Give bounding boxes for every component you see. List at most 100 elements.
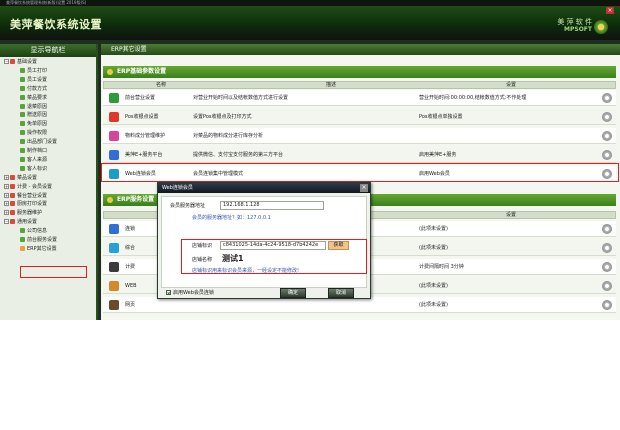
sidebar-item[interactable]: 前台服务设置 — [20, 237, 57, 244]
row-icon — [109, 243, 119, 253]
sidebar-item-label: 付款方式 — [27, 85, 48, 92]
sidebar-item[interactable]: + 厨房打印设置 — [4, 201, 47, 208]
ok-button[interactable]: 确定 — [280, 288, 306, 298]
sidebar-item[interactable]: − 通用设置 — [4, 219, 37, 226]
gear-icon[interactable] — [602, 112, 612, 122]
sidebar-item[interactable]: + 餐台营业设置 — [4, 192, 47, 200]
tree-expand-icon[interactable]: − — [4, 59, 9, 64]
sidebar-item[interactable]: 员工设置 — [20, 76, 48, 84]
server-address-label: 会员服务器地址 — [170, 203, 206, 209]
sidebar-item[interactable]: ERP其它设置 — [20, 245, 57, 253]
highlight-erp-other-settings — [20, 266, 87, 278]
sidebar-item[interactable]: 出品部门设置 — [20, 139, 57, 146]
logo-badge-icon — [594, 20, 608, 34]
section-title: ERP服务设置 — [117, 196, 155, 203]
navigation-sidebar: 显示导航栏 − 基础设置员工打印员工设置付款方式菜品要求 退菜原因赠送原因免单原因操… — [0, 44, 98, 320]
dialog-close-button[interactable]: × — [360, 184, 368, 192]
sidebar-item-label: 计费 - 会员设置 — [17, 183, 52, 190]
highlight-web-member-row — [101, 163, 619, 182]
tree-node-icon — [10, 59, 15, 64]
sidebar-item[interactable]: − 基础设置 — [4, 59, 37, 66]
tree-expand-icon[interactable]: + — [4, 192, 9, 198]
sidebar-item-label: 员工设置 — [27, 76, 48, 83]
sidebar-item[interactable]: 客人来源 — [20, 156, 47, 164]
gear-icon[interactable] — [602, 224, 612, 234]
sidebar-item-label: 出品部门设置 — [27, 139, 58, 146]
app-window: 美萍餐饮系统管理系统(新版)设置 2019版(S) 美萍餐饮系统设置 美 萍 软… — [0, 0, 620, 320]
title-bar: 美萍餐饮系统设置 美 萍 软 件 MPSOFT × — [0, 6, 620, 40]
column-header-description: 描述 — [326, 82, 337, 88]
table-row[interactable]: 前台营业设置 对营业开始时间以及结帐数值方式进行设置 营业开始时间:00:00:00… — [103, 90, 616, 106]
table-row[interactable]: Pos收银点设置 设置Pos收银点及打印方式 Pos收银点单独设置 — [103, 109, 616, 125]
sidebar-item-label: 退菜原因 — [27, 103, 48, 110]
row-name: 前台营业设置 — [125, 95, 156, 101]
row-name: WEB — [125, 283, 137, 289]
tree-expand-icon[interactable]: + — [4, 201, 9, 207]
sidebar-item[interactable]: 付款方式 — [20, 85, 48, 93]
row-name: 物料成分管理维护 — [125, 133, 166, 139]
sidebar-item-label: 厨房打印设置 — [17, 201, 48, 208]
row-icon — [109, 300, 119, 310]
section-bullet-icon — [107, 197, 113, 203]
row-icon — [109, 131, 119, 141]
tree-node-icon — [10, 174, 15, 180]
tree-expand-icon[interactable]: + — [4, 174, 9, 180]
brand-logo: 美 萍 软 件 MPSOFT — [557, 18, 592, 34]
sidebar-item[interactable]: 操作权限 — [20, 130, 47, 137]
sidebar-item[interactable]: 客人标识 — [20, 165, 47, 173]
window-close-button[interactable]: × — [606, 7, 614, 14]
row-setting: (此项未设置) — [419, 245, 448, 251]
sidebar-item[interactable]: + 菜品设置 — [4, 174, 38, 182]
sidebar-item[interactable]: + 计费 - 会员设置 — [4, 183, 52, 191]
sidebar-item-label: 基础设置 — [17, 59, 38, 65]
tree-node-icon — [10, 219, 15, 225]
row-name: 连锁 — [125, 226, 136, 232]
sidebar-item-label: 免单原因 — [27, 121, 48, 128]
row-setting: 计费间隔时间 3分钟 — [419, 264, 464, 270]
sidebar-item-label: 员工打印 — [27, 67, 48, 74]
sidebar-item[interactable]: + 服务器维护 — [4, 210, 42, 217]
section-title: ERP基础参数设置 — [117, 68, 167, 75]
enable-web-member-checkbox[interactable]: 启用Web会员连锁 — [166, 289, 214, 297]
table-row[interactable]: 物料成分管理维护 对菜品的物料成分进行库存分析 — [103, 128, 616, 144]
row-description: 提供微信、支付宝支付服务的第三方平台 — [193, 152, 284, 158]
gear-icon[interactable] — [602, 243, 612, 253]
table-row[interactable]: 网页 (此项未设置) — [103, 297, 616, 313]
cancel-button[interactable]: 取消 — [328, 288, 354, 298]
sidebar-item[interactable]: 退菜原因 — [20, 103, 48, 111]
sidebar-title: 显示导航栏 — [0, 44, 96, 57]
row-icon — [109, 281, 119, 291]
tree-node-icon — [20, 94, 25, 100]
tree-node-icon — [10, 210, 15, 216]
sidebar-item-label: 通用设置 — [17, 219, 38, 226]
row-description: 对菜品的物料成分进行库存分析 — [193, 133, 264, 139]
tree-expand-icon[interactable]: − — [4, 219, 9, 225]
sidebar-item[interactable]: 制作档口 — [20, 148, 47, 155]
row-icon — [109, 224, 119, 234]
highlight-store-fields — [181, 239, 367, 274]
sidebar-item-label: 赠送原因 — [27, 112, 48, 119]
sidebar-item[interactable]: 员工打印 — [20, 67, 48, 75]
gear-icon[interactable] — [602, 281, 612, 291]
sidebar-item[interactable]: 赠送原因 — [20, 112, 47, 119]
tree-node-icon — [20, 112, 25, 118]
sidebar-item-label: 菜品设置 — [17, 174, 38, 181]
tree-expand-icon[interactable]: + — [4, 183, 9, 189]
sidebar-item[interactable]: 免单原因 — [20, 121, 47, 128]
row-setting: 营业开始时间:00:00:00,结帐数值方式:不作处理 — [419, 95, 527, 101]
gear-icon[interactable] — [602, 262, 612, 272]
table-row[interactable]: 美萍E+服务平台 提供微信、支付宝支付服务的第三方平台 启用美萍E+服务 — [103, 147, 616, 163]
tree-node-icon — [20, 165, 25, 171]
gear-icon[interactable] — [602, 93, 612, 103]
gear-icon[interactable] — [602, 300, 612, 310]
server-address-input[interactable]: 192.168.1.128 — [220, 201, 324, 210]
logo-subtext: MPSOFT — [564, 26, 592, 33]
sidebar-item[interactable]: 公司信息 — [20, 228, 47, 235]
gear-icon[interactable] — [602, 150, 612, 160]
gear-icon[interactable] — [602, 131, 612, 141]
tree-expand-icon[interactable]: + — [4, 210, 9, 216]
row-icon — [109, 93, 119, 103]
tree-node-icon — [20, 228, 25, 234]
server-address-hint: 会员的服务器地址？如：127.0.0.1 — [192, 215, 271, 221]
sidebar-item[interactable]: 菜品要求 — [20, 94, 47, 102]
